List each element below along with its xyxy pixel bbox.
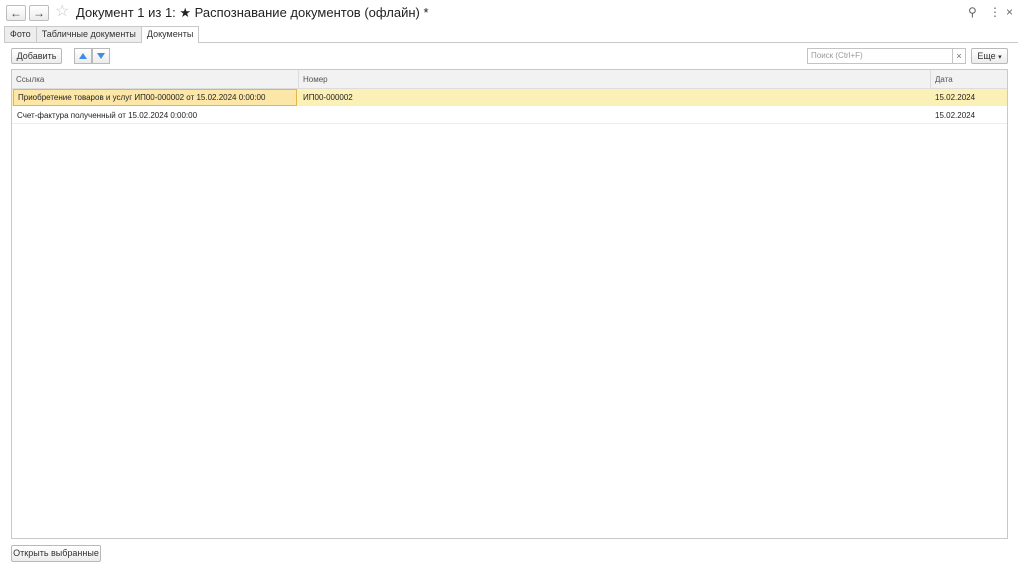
cell-ref[interactable]: Счет-фактура полученный от 15.02.2024 0:… [13, 107, 297, 124]
column-header-ref[interactable]: Ссылка [12, 70, 298, 89]
close-icon[interactable]: × [1006, 4, 1013, 20]
move-up-button[interactable] [74, 48, 92, 64]
link-icon[interactable]: ⚲ [968, 4, 977, 20]
forward-arrow-icon: → [33, 6, 45, 20]
tab-bar: Фото Табличные документы Документы [4, 26, 200, 43]
search-input[interactable]: Поиск (Ctrl+F) [807, 48, 953, 64]
tab-spreadsheet-documents[interactable]: Табличные документы [35, 26, 142, 42]
dropdown-arrow-icon: ▾ [998, 54, 1002, 61]
favorite-star-icon[interactable]: ☆ [55, 3, 69, 21]
column-header-number[interactable]: Номер [299, 70, 929, 89]
table-header: Ссылка Номер Дата [12, 70, 1007, 89]
tab-photo[interactable]: Фото [4, 26, 37, 42]
back-arrow-icon: ← [10, 6, 22, 20]
table-row[interactable]: Приобретение товаров и услуг ИП00-000002… [12, 89, 1007, 106]
cell-number[interactable] [299, 107, 929, 124]
more-menu-icon[interactable]: ⋮ [989, 4, 1001, 20]
window-title: Документ 1 из 1: ★ Распознавание докумен… [76, 5, 429, 20]
arrow-down-icon [97, 53, 105, 59]
back-button[interactable]: ← [6, 5, 26, 21]
forward-button[interactable]: → [29, 5, 49, 21]
tab-documents[interactable]: Документы [140, 26, 200, 43]
more-button[interactable]: Еще ▾ [971, 48, 1008, 64]
cell-date[interactable]: 15.02.2024 [931, 107, 1007, 124]
add-button[interactable]: Добавить [11, 48, 62, 64]
title-bar: ← → ☆ Документ 1 из 1: ★ Распознавание д… [0, 0, 1023, 26]
clear-search-button[interactable]: × [952, 48, 966, 64]
cell-ref[interactable]: Приобретение товаров и услуг ИП00-000002… [13, 89, 297, 106]
column-header-date[interactable]: Дата [931, 70, 1007, 89]
table-row[interactable]: Счет-фактура полученный от 15.02.2024 0:… [12, 107, 1007, 124]
move-down-button[interactable] [92, 48, 110, 64]
cell-date[interactable]: 15.02.2024 [931, 89, 1007, 106]
documents-table: Ссылка Номер Дата Приобретение товаров и… [11, 69, 1008, 539]
arrow-up-icon [79, 53, 87, 59]
open-selected-button[interactable]: Открыть выбранные [11, 545, 101, 562]
cell-number[interactable]: ИП00-000002 [299, 89, 929, 106]
more-button-label: Еще [977, 51, 996, 61]
